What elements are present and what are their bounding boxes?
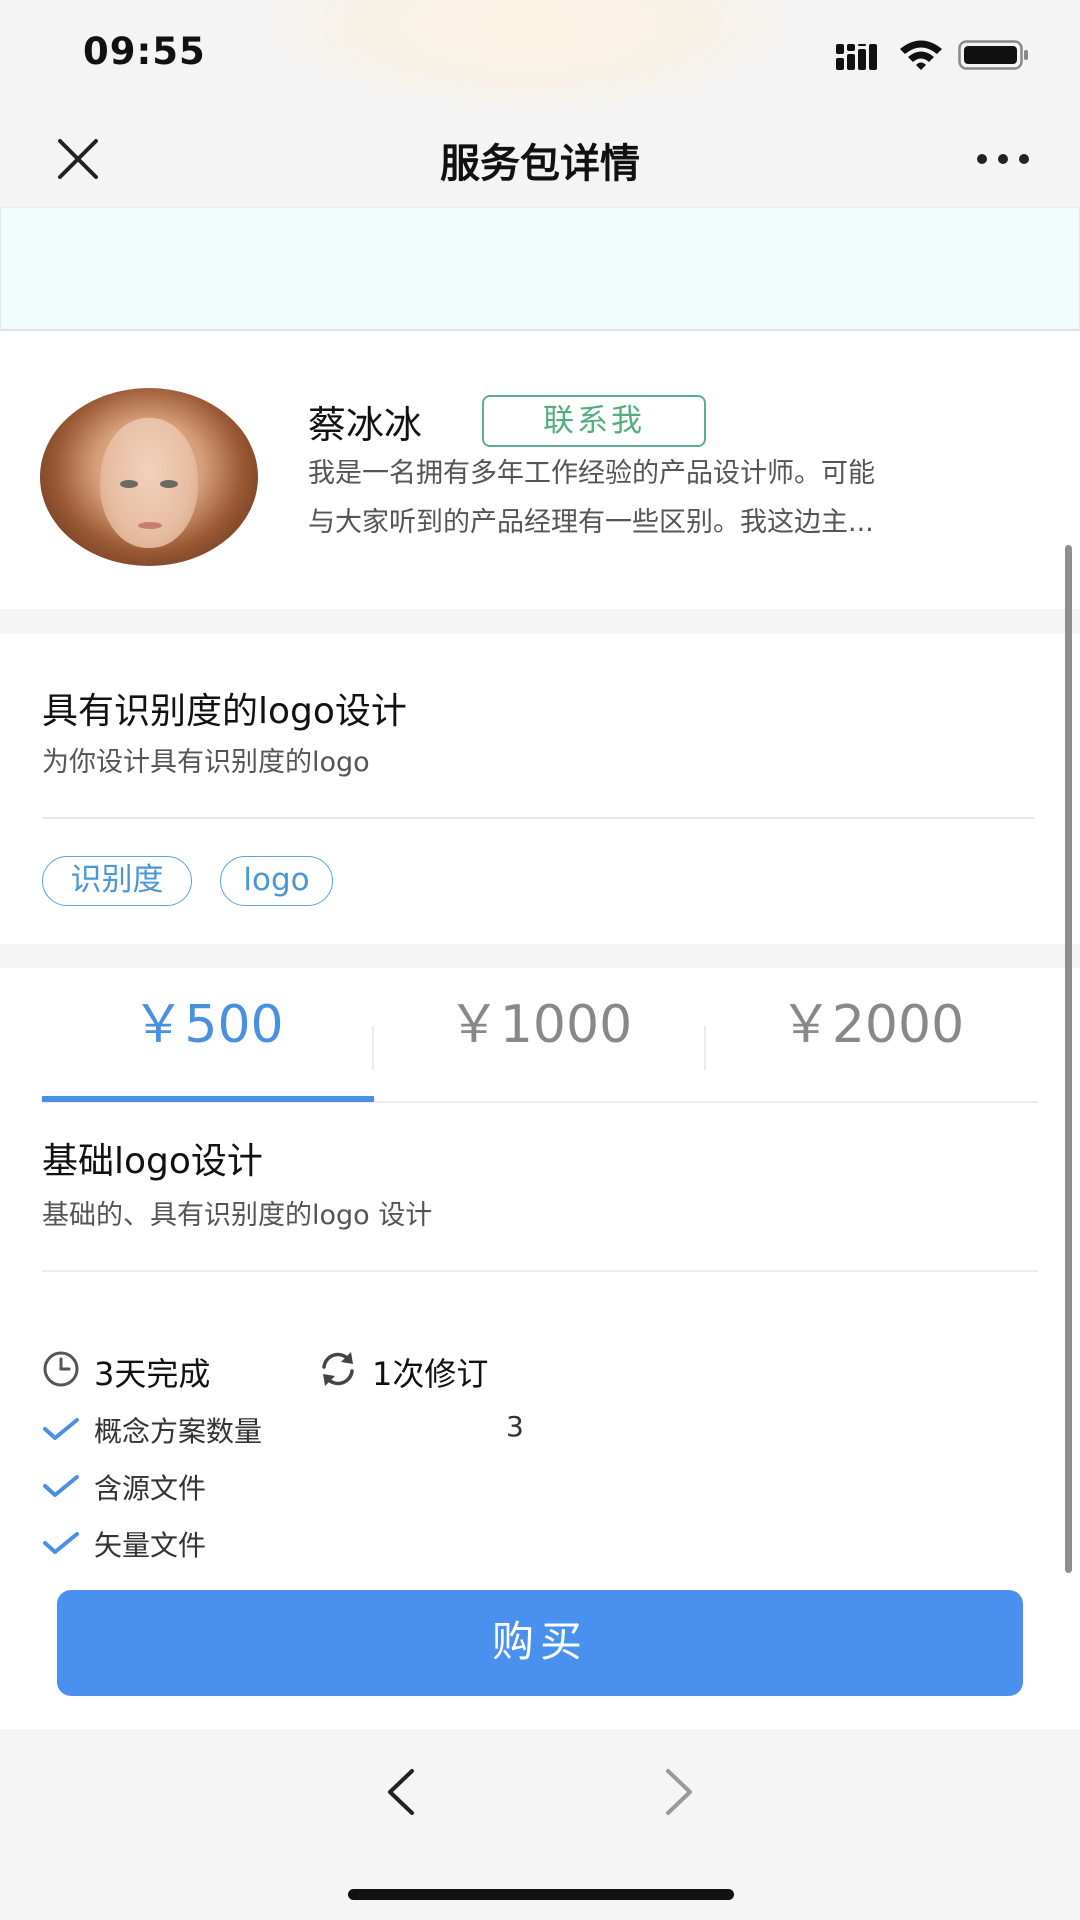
avatar-mouth [138,522,162,529]
active-tab-indicator [42,1096,374,1102]
refresh-icon [322,1352,354,1386]
delivery-duration: 3天完成 [94,1355,211,1393]
feature-item: 概念方案数量 3 [42,1408,842,1452]
designer-name: 蔡冰冰 [308,403,423,447]
service-info: 具有识别度的logo设计 为你设计具有识别度的logo 识别度 logo [0,634,1080,944]
price-tab-2000[interactable]: ￥2000 [706,990,1038,1066]
wifi-icon [900,40,942,70]
package-options: ￥500 ￥1000 ￥2000 基础logo设计 基础的、具有识别度的logo… [0,968,1080,1730]
page-title: 服务包详情 [440,141,640,187]
check-icon [43,1532,79,1554]
designer-bio-line: 我是一名拥有多年工作经验的产品设计师。可能 [308,458,875,489]
nav-bar: 服务包详情 [0,115,1080,207]
feature-item: 含源文件 [42,1465,842,1509]
designer-bio-line: 与大家听到的产品经理有一些区别。我这边主... [308,507,874,538]
tag-chip[interactable]: 识别度 [42,856,192,906]
avatar-eye-right [160,480,178,488]
buy-button[interactable]: 购买 [57,1590,1023,1696]
price-tab-1000[interactable]: ￥1000 [374,990,706,1066]
back-icon[interactable] [382,1767,418,1817]
feature-value: 3 [506,1410,524,1443]
contact-me-button[interactable]: 联系我 [482,395,706,447]
avatar-eye-left [120,480,138,488]
tag-chip[interactable]: logo [220,856,333,906]
revision-count: 1次修订 [372,1355,489,1393]
cellular-signal-icon [836,44,877,70]
avatar[interactable] [40,388,258,566]
status-time: 09:55 [83,30,206,73]
divider [42,817,1034,819]
status-bar-glow [270,0,790,110]
package-title: 基础logo设计 [42,1141,263,1182]
avatar-face [100,418,198,548]
service-subtitle: 为你设计具有识别度的logo [42,747,370,778]
feature-label: 含源文件 [94,1472,207,1505]
forward-icon[interactable] [662,1767,698,1817]
feature-item: 矢量文件 [42,1522,842,1566]
browser-bottom-bar [0,1730,1080,1920]
designer-bio: 我是一名拥有多年工作经验的产品设计师。可能 与大家听到的产品经理有一些区别。我这… [308,449,1018,547]
battery-icon [958,40,1028,70]
price-tab-500[interactable]: ￥500 [42,990,374,1066]
more-icon[interactable] [976,151,1030,167]
scrollbar[interactable] [1065,545,1072,1573]
feature-label: 矢量文件 [94,1529,207,1562]
feature-label: 概念方案数量 [94,1415,263,1448]
top-banner [0,207,1080,331]
designer-profile: 蔡冰冰 联系我 我是一名拥有多年工作经验的产品设计师。可能 与大家听到的产品经理… [0,331,1080,609]
home-indicator[interactable] [348,1889,734,1900]
service-title: 具有识别度的logo设计 [42,691,407,732]
check-icon [43,1418,79,1440]
divider [42,1270,1038,1272]
status-bar: 09:55 [0,0,1080,115]
check-icon [43,1475,79,1497]
package-description: 基础的、具有识别度的logo 设计 [42,1200,433,1231]
clock-icon [43,1351,79,1387]
